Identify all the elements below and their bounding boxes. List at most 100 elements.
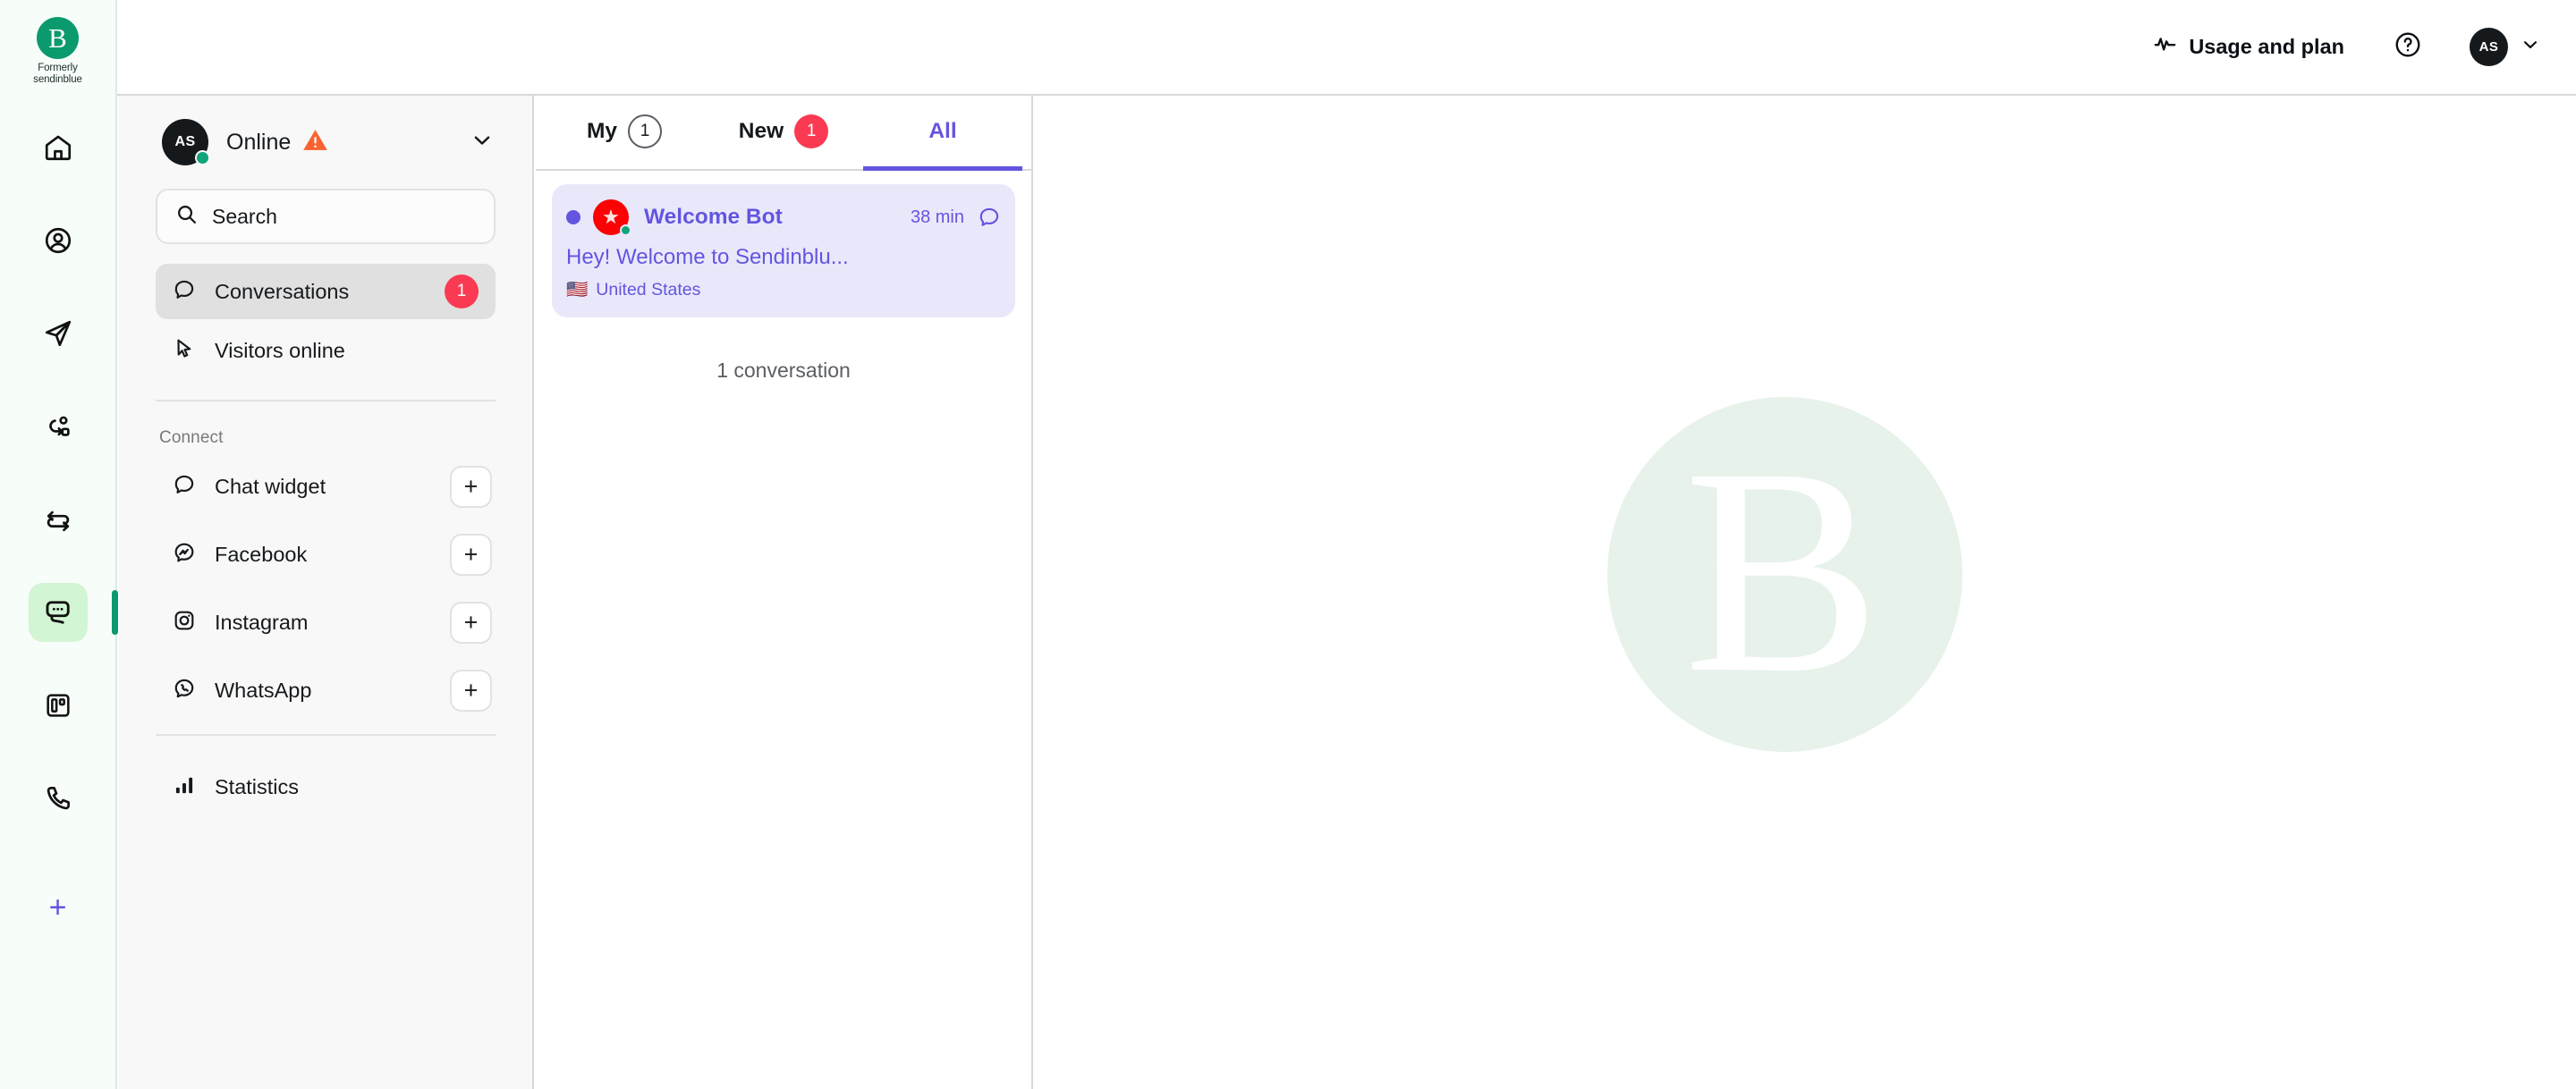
usage-and-plan-button[interactable]: Usage and plan (2153, 32, 2344, 62)
brand-logo[interactable]: B Formerly sendinblue (0, 0, 116, 98)
conversations-sidebar: AS Online (119, 96, 534, 1089)
chevron-down-icon (2521, 35, 2540, 59)
add-facebook-button[interactable]: + (450, 534, 492, 576)
phone-icon (43, 783, 73, 814)
rail-item-transactional[interactable] (29, 490, 88, 549)
agent-status-label: Online (226, 130, 291, 156)
rail-item-phone[interactable] (29, 769, 88, 828)
rail-item-list (0, 118, 115, 862)
search-icon (175, 203, 198, 230)
repeat-arrows-icon (43, 504, 73, 535)
bar-chart-icon (173, 773, 196, 801)
rail-item-automation[interactable] (29, 397, 88, 456)
channel-label: Chat widget (215, 475, 326, 499)
conversation-count-label: 1 conversation (536, 359, 1031, 383)
sidebar-divider-2 (156, 734, 496, 736)
sidebar-item-label: Visitors online (215, 339, 345, 363)
rail-item-deals[interactable] (29, 676, 88, 735)
tab-new[interactable]: New 1 (704, 94, 863, 169)
brand-sub-line-2: sendinblue (33, 74, 82, 86)
brand-watermark-letter: B (1683, 456, 1880, 686)
add-chat-widget-button[interactable]: + (450, 466, 492, 508)
rail-item-home[interactable] (29, 118, 88, 177)
conversation-detail-empty-state: B (1035, 97, 2576, 1089)
sidebar-item-visitors-online[interactable]: Visitors online (156, 323, 496, 378)
add-whatsapp-button[interactable]: + (450, 670, 492, 712)
messenger-icon (173, 541, 196, 569)
sidebar-item-label: Conversations (215, 280, 349, 304)
brand-logo-subtitle: Formerly sendinblue (33, 63, 82, 86)
conversation-list-item[interactable]: ★ Welcome Bot 38 min Hey! Welcome to Sen… (552, 184, 1015, 317)
rail-item-conversations[interactable] (29, 583, 88, 642)
sidebar-divider (156, 400, 496, 401)
help-button[interactable] (2391, 30, 2425, 64)
usage-and-plan-label: Usage and plan (2189, 35, 2344, 59)
brand-sub-line-1: Formerly (33, 63, 82, 74)
online-status-dot (620, 224, 631, 236)
conversations-unread-badge: 1 (445, 274, 479, 308)
agent-avatar-initials: AS (174, 134, 195, 150)
tab-new-count: 1 (794, 114, 828, 148)
channel-label: Facebook (215, 543, 307, 567)
channel-label: WhatsApp (215, 679, 311, 703)
channel-item-instagram[interactable]: Instagram + (156, 595, 496, 650)
connect-section-label: Connect (159, 428, 496, 448)
rail-item-campaigns[interactable] (29, 304, 88, 363)
online-status-dot (195, 150, 210, 165)
channel-item-chat-widget[interactable]: Chat widget + (156, 459, 496, 514)
search-box[interactable] (156, 189, 496, 244)
automation-nodes-icon (43, 411, 73, 442)
star-icon: ★ (602, 207, 620, 227)
tab-all-label: All (928, 119, 956, 144)
question-circle-icon (2394, 30, 2422, 63)
conversation-list-panel: My 1 New 1 All ★ Welcome Bot 38 min (536, 96, 1033, 1089)
sidebar-item-statistics[interactable]: Statistics (156, 759, 496, 815)
rail-item-contacts[interactable] (29, 211, 88, 270)
conversation-avatar: ★ (593, 199, 629, 235)
channel-item-whatsapp[interactable]: WhatsApp + (156, 663, 496, 718)
cursor-arrow-icon (173, 337, 196, 365)
chevron-down-icon[interactable] (470, 129, 496, 156)
tab-my[interactable]: My 1 (545, 94, 704, 169)
conversation-location: 🇺🇸 United States (566, 279, 1001, 300)
user-circle-icon (43, 225, 73, 256)
instagram-icon (173, 609, 196, 637)
conversation-country-label: United States (596, 280, 700, 300)
channel-label: Instagram (215, 611, 309, 635)
app-root: B Formerly sendinblue (0, 0, 2576, 1089)
primary-nav-rail: B Formerly sendinblue (0, 0, 117, 1089)
whatsapp-icon (173, 677, 196, 705)
search-input[interactable] (212, 205, 476, 229)
brand-watermark: B (1607, 397, 1962, 752)
brand-logo-mark: B (37, 17, 79, 59)
conversation-contact-name: Welcome Bot (644, 205, 783, 230)
agent-status-selector[interactable]: AS Online (156, 96, 496, 189)
home-icon (43, 132, 73, 163)
add-instagram-button[interactable]: + (450, 602, 492, 644)
chat-bubble-icon (978, 206, 1001, 229)
conversation-item-header: ★ Welcome Bot 38 min (566, 199, 1001, 235)
rail-add-button[interactable]: + (29, 885, 88, 930)
sidebar-item-conversations[interactable]: Conversations 1 (156, 264, 496, 319)
chat-bubble-icon (173, 473, 196, 501)
agent-avatar: AS (162, 119, 208, 165)
unread-indicator-dot (566, 210, 580, 224)
conversation-tabs: My 1 New 1 All (536, 96, 1031, 171)
sidebar-nav: Conversations 1 Visitors online (156, 264, 496, 378)
flag-icon: 🇺🇸 (566, 279, 588, 300)
statistics-label: Statistics (215, 775, 299, 799)
channel-item-facebook[interactable]: Facebook + (156, 527, 496, 582)
pulse-icon (2153, 32, 2177, 62)
conversation-preview-text: Hey! Welcome to Sendinblu... (566, 244, 1001, 271)
sidebar-inner: AS Online (119, 96, 532, 815)
tab-my-count: 1 (628, 114, 662, 148)
conversation-timestamp: 38 min (911, 207, 964, 228)
account-menu[interactable]: AS (2470, 28, 2540, 66)
kanban-board-icon (44, 691, 72, 720)
tab-new-label: New (739, 119, 784, 144)
chat-dots-icon (42, 596, 74, 629)
paper-plane-icon (43, 318, 73, 349)
tab-my-label: My (587, 119, 617, 144)
chat-bubble-icon (173, 278, 196, 306)
tab-all[interactable]: All (863, 94, 1022, 169)
